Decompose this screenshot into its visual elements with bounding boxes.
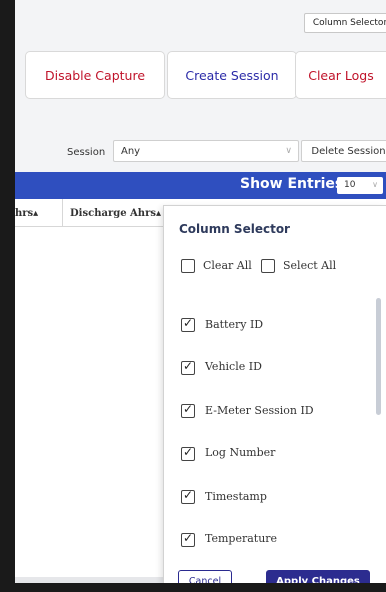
select-all-label: Select All <box>283 259 337 272</box>
log-viewer-app: Column Selector Disable Capture Create S… <box>15 0 386 583</box>
timestamp-label: Timestamp <box>205 490 267 503</box>
temperature-label: Temperature <box>205 532 278 545</box>
column-selector-button[interactable]: Column Selector <box>304 13 386 33</box>
emeter-session-id-checkbox[interactable] <box>181 402 195 418</box>
session-select[interactable]: Any ∨ <box>113 140 299 162</box>
clear-all-checkbox[interactable] <box>181 259 195 273</box>
column-header-discharge-ahrs[interactable]: Discharge Ahrs▴ <box>70 208 161 219</box>
panel-scrollbar[interactable] <box>376 298 381 415</box>
timestamp-checkbox[interactable] <box>181 488 195 504</box>
column-header-charge-ahrs[interactable]: hrs▴ <box>15 208 38 219</box>
log-number-label: Log Number <box>205 446 276 459</box>
apply-changes-button[interactable]: Apply Changes <box>266 570 370 583</box>
window-frame-bottom <box>0 583 386 592</box>
column-selector-panel: Column Selector Clear All Select All Bat… <box>163 205 386 583</box>
window-frame-left <box>0 0 15 592</box>
session-label: Session <box>67 147 106 158</box>
vehicle-id-checkbox[interactable] <box>181 359 195 375</box>
delete-session-button[interactable]: Delete Session <box>301 140 386 162</box>
log-number-checkbox[interactable] <box>181 445 195 461</box>
temperature-checkbox[interactable] <box>181 531 195 547</box>
show-entries-label: Show Entries: <box>240 176 349 192</box>
create-session-button[interactable]: Create Session <box>167 51 297 99</box>
vehicle-id-label: Vehicle ID <box>205 360 262 373</box>
panel-title: Column Selector <box>179 222 290 236</box>
clear-logs-button[interactable]: Clear Logs <box>295 51 386 99</box>
battery-id-checkbox[interactable] <box>181 316 195 332</box>
column-divider <box>62 199 63 227</box>
emeter-session-id-label: E-Meter Session ID <box>205 404 314 417</box>
session-selected-value: Any <box>121 146 141 157</box>
chevron-down-icon: ∨ <box>372 180 378 189</box>
chevron-down-icon: ∨ <box>285 146 292 156</box>
entries-select[interactable]: 10 ∨ <box>337 177 383 194</box>
entries-selected-value: 10 <box>344 180 356 190</box>
clear-all-label: Clear All <box>203 259 252 272</box>
battery-id-label: Battery ID <box>205 318 264 331</box>
cancel-button[interactable]: Cancel <box>178 570 232 583</box>
select-all-checkbox[interactable] <box>261 259 275 273</box>
disable-capture-button[interactable]: Disable Capture <box>25 51 165 99</box>
screen: Column Selector Disable Capture Create S… <box>0 0 386 592</box>
